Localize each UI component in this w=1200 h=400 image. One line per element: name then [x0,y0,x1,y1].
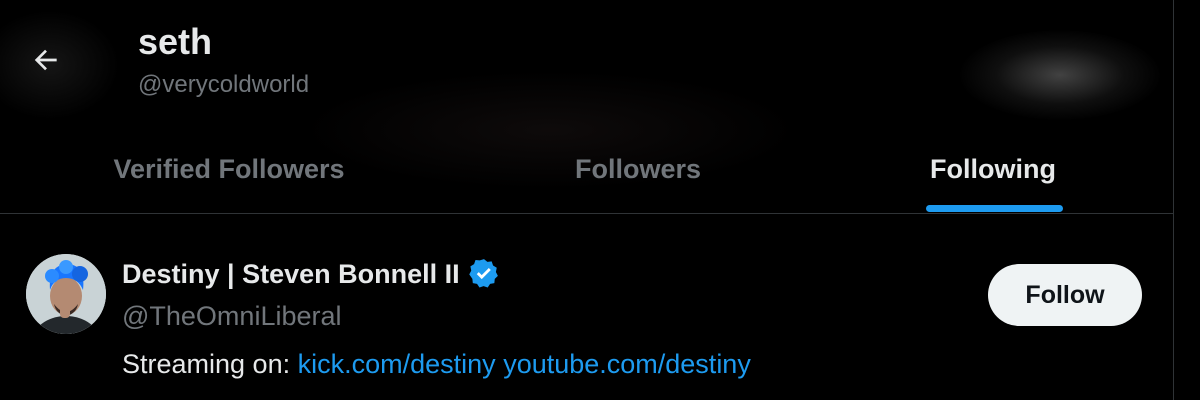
avatar[interactable] [26,254,106,334]
user-cell[interactable]: Destiny | Steven Bonnell II @TheOmniLibe… [0,215,1174,400]
bio-link-kick[interactable]: kick.com/destiny [298,349,496,379]
main-column: seth @verycoldworld Verified Followers F… [0,0,1174,400]
arrow-left-icon [34,49,57,71]
tab-following[interactable]: Following [873,126,1113,213]
user-bio: Streaming on: kick.com/destiny youtube.c… [122,349,751,380]
verified-badge-icon[interactable] [467,257,501,291]
avatar-image [26,254,106,334]
profile-name: seth [138,21,213,62]
tab-verified-followers[interactable]: Verified Followers [0,126,458,213]
active-tab-indicator [926,205,1063,212]
display-name-line: Destiny | Steven Bonnell II [122,257,501,291]
blurred-background [960,30,1160,120]
display-name[interactable]: Destiny | Steven Bonnell II [122,259,460,290]
tab-bar: Verified Followers Followers Following [0,126,1174,214]
profile-handle: @verycoldworld [138,71,310,98]
page: seth @verycoldworld Verified Followers F… [0,0,1200,400]
follow-button[interactable]: Follow [988,264,1142,326]
bio-link-youtube[interactable]: youtube.com/destiny [503,349,751,379]
user-handle: @TheOmniLiberal [122,301,342,331]
tab-followers[interactable]: Followers [403,126,873,213]
back-button[interactable] [22,36,70,84]
bio-text: Streaming on: [122,349,291,379]
